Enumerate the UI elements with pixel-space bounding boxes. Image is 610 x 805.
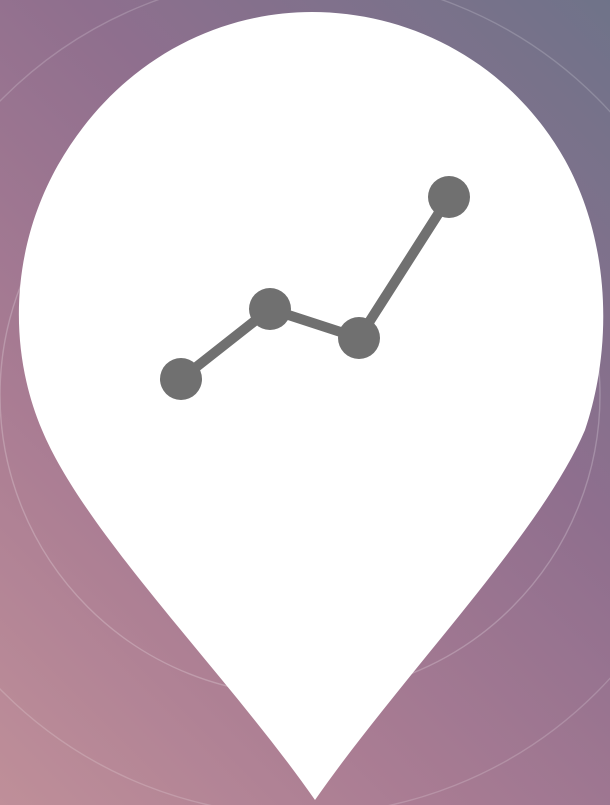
map-pin-icon: [18, 12, 604, 800]
chart-point: [338, 317, 380, 359]
artwork: [0, 0, 610, 805]
canvas: [0, 0, 610, 805]
chart-point: [249, 288, 291, 330]
chart-point: [428, 176, 470, 218]
chart-point: [160, 358, 202, 400]
